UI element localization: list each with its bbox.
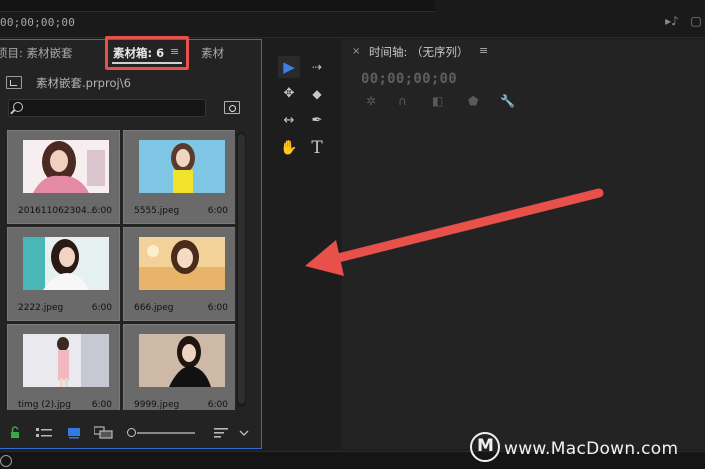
zoom-slider[interactable]: [127, 428, 197, 438]
freeform-view-icon[interactable]: [94, 426, 114, 439]
snap-magnet-icon[interactable]: ∩: [398, 94, 407, 108]
track-select-tool[interactable]: ⇢: [306, 56, 328, 78]
slip-tool[interactable]: ↔: [278, 110, 300, 132]
status-indicator-icon[interactable]: [0, 455, 12, 467]
razor-tool[interactable]: ◆: [306, 83, 328, 105]
zoom-slider-handle[interactable]: [127, 428, 136, 437]
navigate-up-icon[interactable]: [6, 76, 22, 89]
thumbnail-image: [139, 237, 225, 290]
thumbnail-image: [23, 237, 109, 290]
media-item-duration: 6:00: [91, 206, 112, 216]
nest-sequence-icon[interactable]: ✲: [366, 94, 376, 108]
export-frame-icon[interactable]: ▢: [688, 14, 704, 28]
timeline-toolbar: ✲ ∩ ◧ ⬟ 🔧: [362, 94, 522, 108]
media-item-duration: 6:00: [207, 400, 228, 410]
timeline-panel: × 时间轴: （无序列） ≡ 00;00;00;00 ✲ ∩ ◧ ⬟ 🔧: [342, 39, 705, 449]
media-item-name: 5555.jpeg: [134, 206, 180, 216]
type-tool[interactable]: T: [306, 137, 328, 159]
media-item-duration: 6:00: [207, 206, 228, 216]
search-box[interactable]: [8, 99, 206, 117]
list-view-icon[interactable]: [36, 426, 53, 439]
icon-view-icon[interactable]: [68, 426, 80, 439]
project-panel: 项目: 素材嵌套 素材箱: 6 ≡ 素材 素材嵌套.prproj\6 20161…: [0, 39, 262, 449]
media-item-name: 666.jpeg: [134, 303, 174, 313]
media-item[interactable]: 5555.jpeg 6:00: [123, 130, 235, 224]
media-item[interactable]: 2222.jpeg 6:00: [7, 227, 120, 321]
grid-scrollbar[interactable]: [237, 132, 246, 407]
media-grid: 201611062304... 6:00 5555.jpeg 6:00 2222…: [7, 130, 235, 410]
watermark-text: www.MacDown.com: [504, 439, 679, 459]
media-item[interactable]: 666.jpeg 6:00: [123, 227, 235, 321]
media-item-duration: 6:00: [91, 303, 112, 313]
bin-path: 素材嵌套.prproj\6: [36, 76, 131, 90]
thumbnail-image: [139, 334, 225, 387]
annotation-highlight-box: [105, 36, 189, 70]
search-input[interactable]: [27, 100, 202, 116]
media-item-name: 2222.jpeg: [18, 303, 64, 313]
watermark: www.MacDown.com: [470, 432, 705, 464]
thumbnail-image: [139, 140, 225, 193]
panel-footer: [0, 422, 262, 444]
media-item[interactable]: 9999.jpeg 6:00: [123, 324, 235, 410]
monitor-area: [0, 0, 435, 12]
zoom-slider-track: [137, 432, 195, 434]
lock-icon[interactable]: [10, 426, 20, 439]
selection-tool[interactable]: ▶: [278, 56, 300, 78]
timeline-header: × 时间轴: （无序列） ≡: [342, 39, 705, 63]
add-marker-icon[interactable]: ⬟: [468, 94, 478, 108]
tab-media[interactable]: 素材: [201, 45, 224, 61]
wrench-icon[interactable]: 🔧: [500, 94, 515, 108]
new-search-bin-icon[interactable]: [224, 101, 240, 114]
tab-project[interactable]: 项目: 素材嵌套: [0, 45, 73, 61]
hand-tool[interactable]: ✋: [278, 137, 300, 159]
timeline-title[interactable]: 时间轴: （无序列）: [369, 44, 469, 60]
ripple-edit-tool[interactable]: ✥: [278, 83, 300, 105]
media-item[interactable]: 201611062304... 6:00: [7, 130, 120, 224]
bin-path-row: 素材嵌套.prproj\6: [6, 74, 246, 92]
macdown-logo-icon: [470, 432, 500, 462]
media-item-name: timg (2).jpg: [18, 400, 71, 410]
search-icon: [13, 102, 23, 112]
chevron-down-icon[interactable]: [239, 426, 249, 439]
media-item-duration: 6:00: [207, 303, 228, 313]
media-item-name: 201611062304...: [18, 206, 96, 216]
program-monitor-strip: 00;00;00;00 ▸♪ ▢: [0, 0, 705, 38]
tools-panel: ▶ ⇢ ✥ ◆ ↔ ✒ ✋ T: [270, 50, 334, 168]
media-item-name: 9999.jpeg: [134, 400, 180, 410]
timeline-timecode[interactable]: 00;00;00;00: [361, 71, 457, 87]
scrollbar-thumb[interactable]: [238, 134, 245, 404]
media-item[interactable]: timg (2).jpg 6:00: [7, 324, 120, 410]
pen-tool[interactable]: ✒: [306, 110, 328, 132]
mark-in-icon[interactable]: ▸♪: [664, 14, 680, 28]
media-item-duration: 6:00: [91, 400, 112, 410]
linked-selection-icon[interactable]: ◧: [432, 94, 443, 108]
source-timecode: 00;00;00;00: [0, 16, 76, 29]
sort-icon[interactable]: [214, 426, 229, 439]
thumbnail-image: [23, 140, 109, 193]
close-icon[interactable]: ×: [352, 46, 360, 57]
timeline-menu-icon[interactable]: ≡: [479, 44, 488, 57]
thumbnail-image: [23, 334, 109, 387]
